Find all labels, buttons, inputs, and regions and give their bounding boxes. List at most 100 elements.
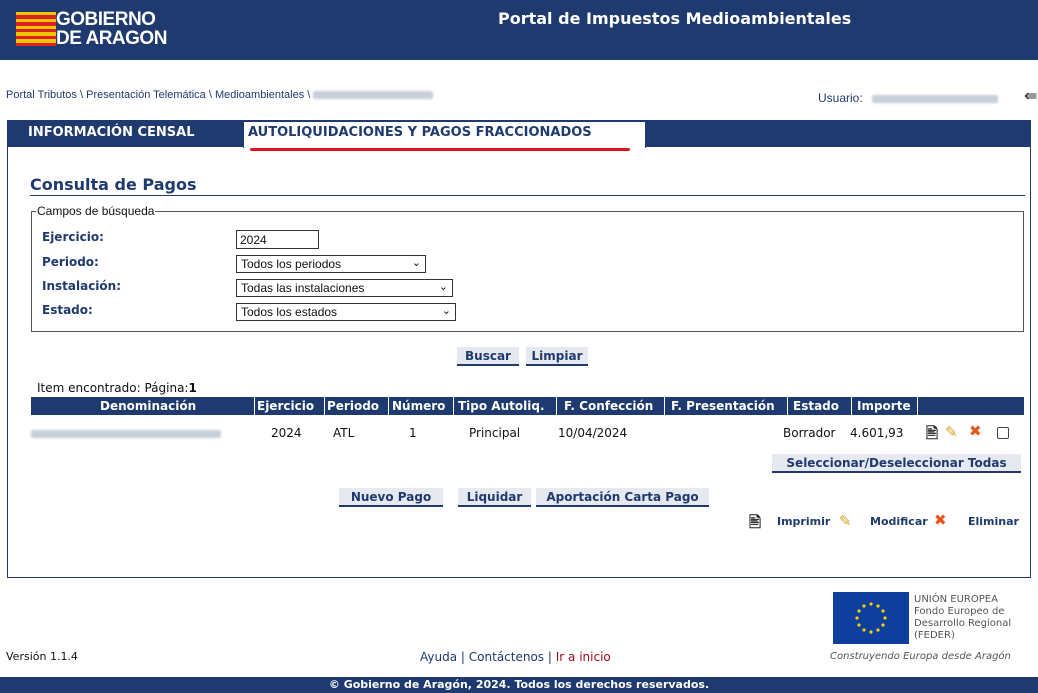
delete-x-icon[interactable]: ✖ <box>969 422 982 440</box>
row-ejercicio: 2024 <box>271 426 302 440</box>
legend-modificar: Modificar <box>870 515 928 528</box>
breadcrumb-separator: \ <box>79 89 84 101</box>
periodo-select-value: Todos los periodos <box>241 257 342 271</box>
eu-flag-icon <box>833 592 909 644</box>
denominacion-redacted <box>31 430 221 438</box>
footer-link-separator: | <box>460 650 465 664</box>
breadcrumb: Portal Tributos \ Presentación Telemátic… <box>6 89 434 101</box>
legend-imprimir: Imprimir <box>777 515 831 528</box>
row-tipo: Principal <box>469 426 521 440</box>
column-header-f-presentacion[interactable]: F. Presentación <box>671 399 775 413</box>
nuevo-pago-button[interactable]: Nuevo Pago <box>339 488 443 507</box>
logo-line-2: DE ARAGON <box>56 28 167 49</box>
ayuda-link[interactable]: Ayuda <box>420 650 457 664</box>
column-header-periodo[interactable]: Periodo <box>327 399 379 413</box>
instalacion-label: Instalación: <box>42 279 122 293</box>
ejercicio-input[interactable]: 2024 <box>236 230 319 249</box>
breadcrumb-item-portal-tributos[interactable]: Portal Tributos <box>6 89 77 101</box>
row-periodo: ATL <box>333 426 355 440</box>
column-separator <box>324 397 325 415</box>
results-page-number: 1 <box>188 381 197 395</box>
eu-feder-text: UNIÓN EUROPEA Fondo Europeo de Desarroll… <box>914 594 1011 642</box>
breadcrumb-item-redacted <box>313 91 434 100</box>
column-separator <box>787 397 788 415</box>
user-name-redacted <box>872 94 999 103</box>
pdf-print-icon: 🖹 <box>749 513 762 531</box>
column-header-importe[interactable]: Importe <box>857 399 911 413</box>
chevron-down-icon: ⌄ <box>411 257 421 269</box>
title-divider <box>30 195 1025 196</box>
header-bar: GOBIERNO DE ARAGON Portal de Impuestos M… <box>0 0 1038 60</box>
main-panel: INFORMACIÓN CENSAL AUTOLIQUIDACIONES Y P… <box>7 120 1031 578</box>
column-separator <box>664 397 665 415</box>
legend-eliminar: Eliminar <box>968 515 1019 528</box>
estado-select[interactable]: Todos los estados ⌄ <box>236 303 456 321</box>
eu-line-2: Fondo Europeo de <box>914 606 1005 617</box>
search-legend: Campos de búsqueda <box>37 204 155 218</box>
limpiar-button[interactable]: Limpiar <box>526 347 588 366</box>
pdf-print-icon[interactable]: 🖹 <box>926 423 938 448</box>
results-count: Item encontrado: Página:1 <box>37 381 197 395</box>
user-label: Usuario: <box>818 91 863 105</box>
column-header-tipo-autoliq[interactable]: Tipo Autoliq. <box>458 399 545 413</box>
pencil-edit-icon[interactable]: ✎ <box>945 423 958 441</box>
instalacion-select[interactable]: Todas las instalaciones ⌄ <box>236 279 453 297</box>
user-info: Usuario: <box>818 91 999 105</box>
column-header-f-confeccion[interactable]: F. Confección <box>564 399 653 413</box>
column-separator <box>388 397 389 415</box>
column-separator <box>556 397 557 415</box>
footer-links: Ayuda | Contáctenos | Ir a inicio <box>420 650 611 664</box>
column-header-ejercicio[interactable]: Ejercicio <box>257 399 314 413</box>
breadcrumb-separator: \ <box>307 89 311 101</box>
results-found-text: Item encontrado: Página: <box>37 381 189 395</box>
column-separator <box>917 397 918 415</box>
pencil-edit-icon: ✎ <box>839 512 852 530</box>
estado-select-value: Todos los estados <box>241 305 338 319</box>
results-table-header: Denominación Ejercicio Periodo Número Ti… <box>31 397 1024 415</box>
search-fieldset: Campos de búsqueda <box>31 204 1024 332</box>
eu-line-3: Desarrollo Regional <box>914 618 1012 629</box>
instalacion-select-value: Todas las instalaciones <box>241 281 365 295</box>
chevron-down-icon: ⌄ <box>438 281 448 293</box>
logout-icon[interactable]: ⇚ <box>1024 86 1037 105</box>
portal-title: Portal de Impuestos Medioambientales <box>498 9 852 28</box>
row-estado: Borrador <box>783 426 836 440</box>
tab-informacion-censal[interactable]: INFORMACIÓN CENSAL <box>28 125 195 140</box>
buscar-button[interactable]: Buscar <box>457 347 519 366</box>
periodo-select[interactable]: Todos los periodos ⌄ <box>236 255 426 273</box>
aragon-flag-icon <box>16 12 56 46</box>
estado-label: Estado: <box>42 303 93 317</box>
chevron-down-icon: ⌄ <box>441 305 451 317</box>
column-header-estado[interactable]: Estado <box>793 399 839 413</box>
tab-autoliquidaciones[interactable]: AUTOLIQUIDACIONES Y PAGOS FRACCIONADOS <box>243 121 646 148</box>
row-select-checkbox[interactable] <box>997 427 1009 439</box>
version-label: Versión 1.1.4 <box>6 650 78 663</box>
ejercicio-label: Ejercicio: <box>42 230 104 244</box>
aportacion-carta-pago-button[interactable]: Aportación Carta Pago <box>536 488 709 507</box>
breadcrumb-item-presentacion[interactable]: Presentación Telemática <box>86 89 206 101</box>
column-separator <box>254 397 255 415</box>
logo-line-1: GOBIERNO <box>56 9 156 30</box>
liquidar-button[interactable]: Liquidar <box>458 488 531 507</box>
row-importe: 4.601,93 <box>850 426 904 440</box>
active-tab-highlight <box>250 148 630 151</box>
eu-slogan: Construyendo Europa desde Aragón <box>830 651 1011 662</box>
column-separator <box>453 397 454 415</box>
column-separator <box>851 397 852 415</box>
eu-line-4: (FEDER) <box>914 630 955 641</box>
periodo-label: Periodo: <box>42 255 99 269</box>
page-title: Consulta de Pagos <box>30 175 197 194</box>
row-f-confeccion: 10/04/2024 <box>558 426 628 440</box>
delete-x-icon: ✖ <box>934 511 947 529</box>
copyright-bar: © Gobierno de Aragón, 2024. Todos los de… <box>0 677 1038 693</box>
select-all-button[interactable]: Seleccionar/Deseleccionar Todas <box>772 454 1021 473</box>
gobierno-aragon-logo[interactable]: GOBIERNO DE ARAGON <box>16 10 176 54</box>
row-numero: 1 <box>409 426 417 440</box>
column-header-denominacion[interactable]: Denominación <box>100 399 196 413</box>
column-header-numero[interactable]: Número <box>392 399 445 413</box>
breadcrumb-item-medioambientales[interactable]: Medioambientales <box>215 89 304 101</box>
contactenos-link[interactable]: Contáctenos <box>469 650 544 664</box>
breadcrumb-separator: \ <box>208 89 212 101</box>
ir-a-inicio-link[interactable]: Ir a inicio <box>556 650 611 664</box>
footer-link-separator: | <box>547 650 552 664</box>
